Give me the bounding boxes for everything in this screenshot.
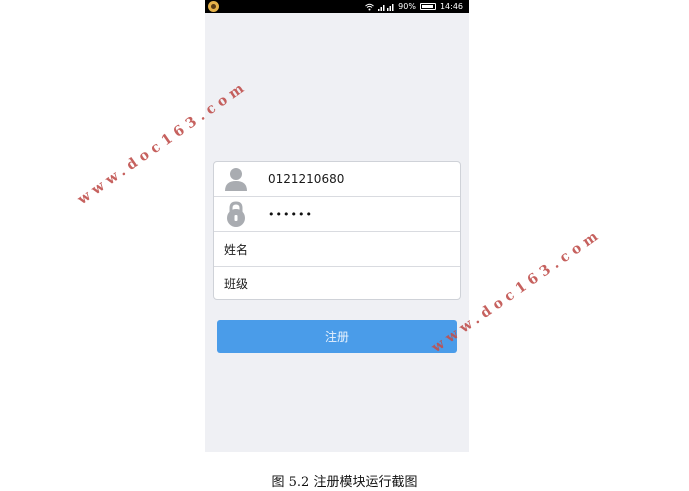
clock: 14:46	[439, 2, 463, 11]
battery-percent: 90%	[398, 2, 416, 11]
signal-icon	[378, 3, 394, 11]
name-field[interactable]: 姓名	[214, 232, 460, 266]
app-notification-icon	[208, 1, 219, 12]
register-form: 0121210680 •••••• 姓名 班级	[213, 161, 461, 300]
battery-icon	[419, 3, 436, 10]
figure-caption: 图 5.2 注册模块运行截图	[271, 475, 418, 490]
status-indicators: 90% 14:46	[365, 0, 463, 13]
lock-icon	[222, 200, 250, 228]
password-input[interactable]: ••••••	[268, 208, 313, 221]
name-input[interactable]: 姓名	[224, 241, 248, 258]
wifi-icon	[365, 3, 374, 11]
password-field[interactable]: ••••••	[214, 197, 460, 231]
class-input[interactable]: 班级	[224, 275, 248, 292]
phone-screen: 90% 14:46 0121210680 •••••• 姓名 班级 注册	[205, 0, 469, 452]
account-input[interactable]: 0121210680	[268, 172, 344, 186]
status-bar: 90% 14:46	[205, 0, 469, 13]
account-field[interactable]: 0121210680	[214, 162, 460, 196]
register-button[interactable]: 注册	[217, 320, 457, 353]
user-icon	[222, 165, 250, 193]
class-field[interactable]: 班级	[214, 266, 460, 300]
